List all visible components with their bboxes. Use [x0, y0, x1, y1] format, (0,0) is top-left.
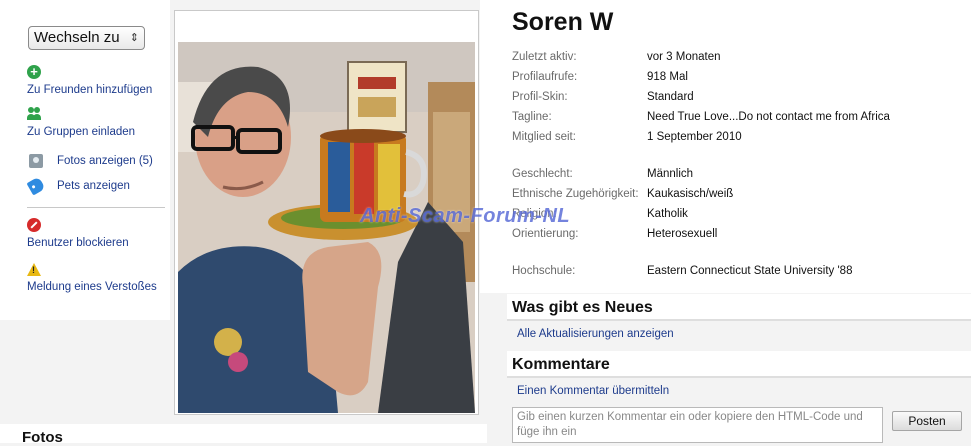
group-icon — [27, 107, 41, 121]
field-value: Kaukasisch/weiß — [647, 188, 734, 200]
field-value: Katholik — [647, 208, 688, 220]
camera-icon — [29, 154, 43, 168]
invite-groups-action[interactable]: Zu Gruppen einladen — [27, 107, 135, 138]
switch-to-label: Wechseln zu — [34, 29, 120, 46]
add-friend-action[interactable]: + Zu Freunden hinzufügen — [27, 65, 152, 96]
block-user-link[interactable]: Benutzer blockieren — [27, 237, 129, 249]
watermark: Anti-Scam-Forum-NL — [360, 205, 571, 227]
field-value: Need True Love...Do not contact me from … — [647, 111, 890, 123]
field-value: Männlich — [647, 168, 694, 180]
chevron-updown-icon: ⇕ — [129, 32, 139, 44]
field-label: Ethnische Zugehörigkeit: — [512, 188, 639, 200]
tag-icon — [26, 176, 46, 196]
profile-name: Soren W — [512, 8, 614, 36]
submit-comment-link[interactable]: Einen Kommentar übermitteln — [517, 385, 669, 397]
view-pets-link[interactable]: Pets anzeigen — [57, 180, 130, 192]
college-link[interactable]: Eastern Connecticut State University '88 — [647, 265, 852, 277]
field-label: Profil-Skin: — [512, 91, 568, 103]
photos-section-band — [0, 424, 487, 443]
block-user-action[interactable]: Benutzer blockieren — [27, 218, 129, 249]
invite-groups-link[interactable]: Zu Gruppen einladen — [27, 126, 135, 138]
field-value: 918 Mal — [647, 71, 688, 83]
add-plus-icon: + — [27, 65, 41, 79]
view-photos-link[interactable]: Fotos anzeigen (5) — [57, 155, 153, 167]
view-all-updates-link[interactable]: Alle Aktualisierungen anzeigen — [517, 328, 674, 340]
field-label: Profilaufrufe: — [512, 71, 578, 83]
field-value: vor 3 Monaten — [647, 51, 721, 63]
field-value: Heterosexuell — [647, 228, 718, 240]
field-label: Hochschule: — [512, 265, 576, 277]
comments-section-heading: Kommentare — [507, 351, 971, 378]
field-label: Zuletzt aktiv: — [512, 51, 577, 63]
report-abuse-action[interactable]: ! Meldung eines Verstoßes — [27, 263, 157, 293]
sidebar-divider — [27, 207, 165, 208]
view-pets-action[interactable]: Pets anzeigen — [26, 176, 130, 196]
comment-input[interactable]: Gib einen kurzen Kommentar ein oder kopi… — [512, 407, 883, 443]
block-icon — [27, 218, 41, 232]
field-value: Standard — [647, 91, 694, 103]
switch-to-select[interactable]: Wechseln zu ⇕ — [28, 26, 145, 50]
profile-info-panel — [480, 0, 971, 293]
field-label: Tagline: — [512, 111, 552, 123]
post-button[interactable]: Posten — [892, 411, 962, 431]
field-label: Mitglied seit: — [512, 131, 576, 143]
news-section-heading: Was gibt es Neues — [507, 294, 971, 321]
field-label: Orientierung: — [512, 228, 579, 240]
add-friend-link[interactable]: Zu Freunden hinzufügen — [27, 84, 152, 96]
field-label: Geschlecht: — [512, 168, 573, 180]
view-photos-action[interactable]: Fotos anzeigen (5) — [27, 154, 153, 168]
field-value: 1 September 2010 — [647, 131, 742, 143]
warning-icon: ! — [27, 263, 41, 276]
photos-heading: Fotos — [22, 429, 63, 446]
report-abuse-link[interactable]: Meldung eines Verstoßes — [27, 281, 157, 293]
